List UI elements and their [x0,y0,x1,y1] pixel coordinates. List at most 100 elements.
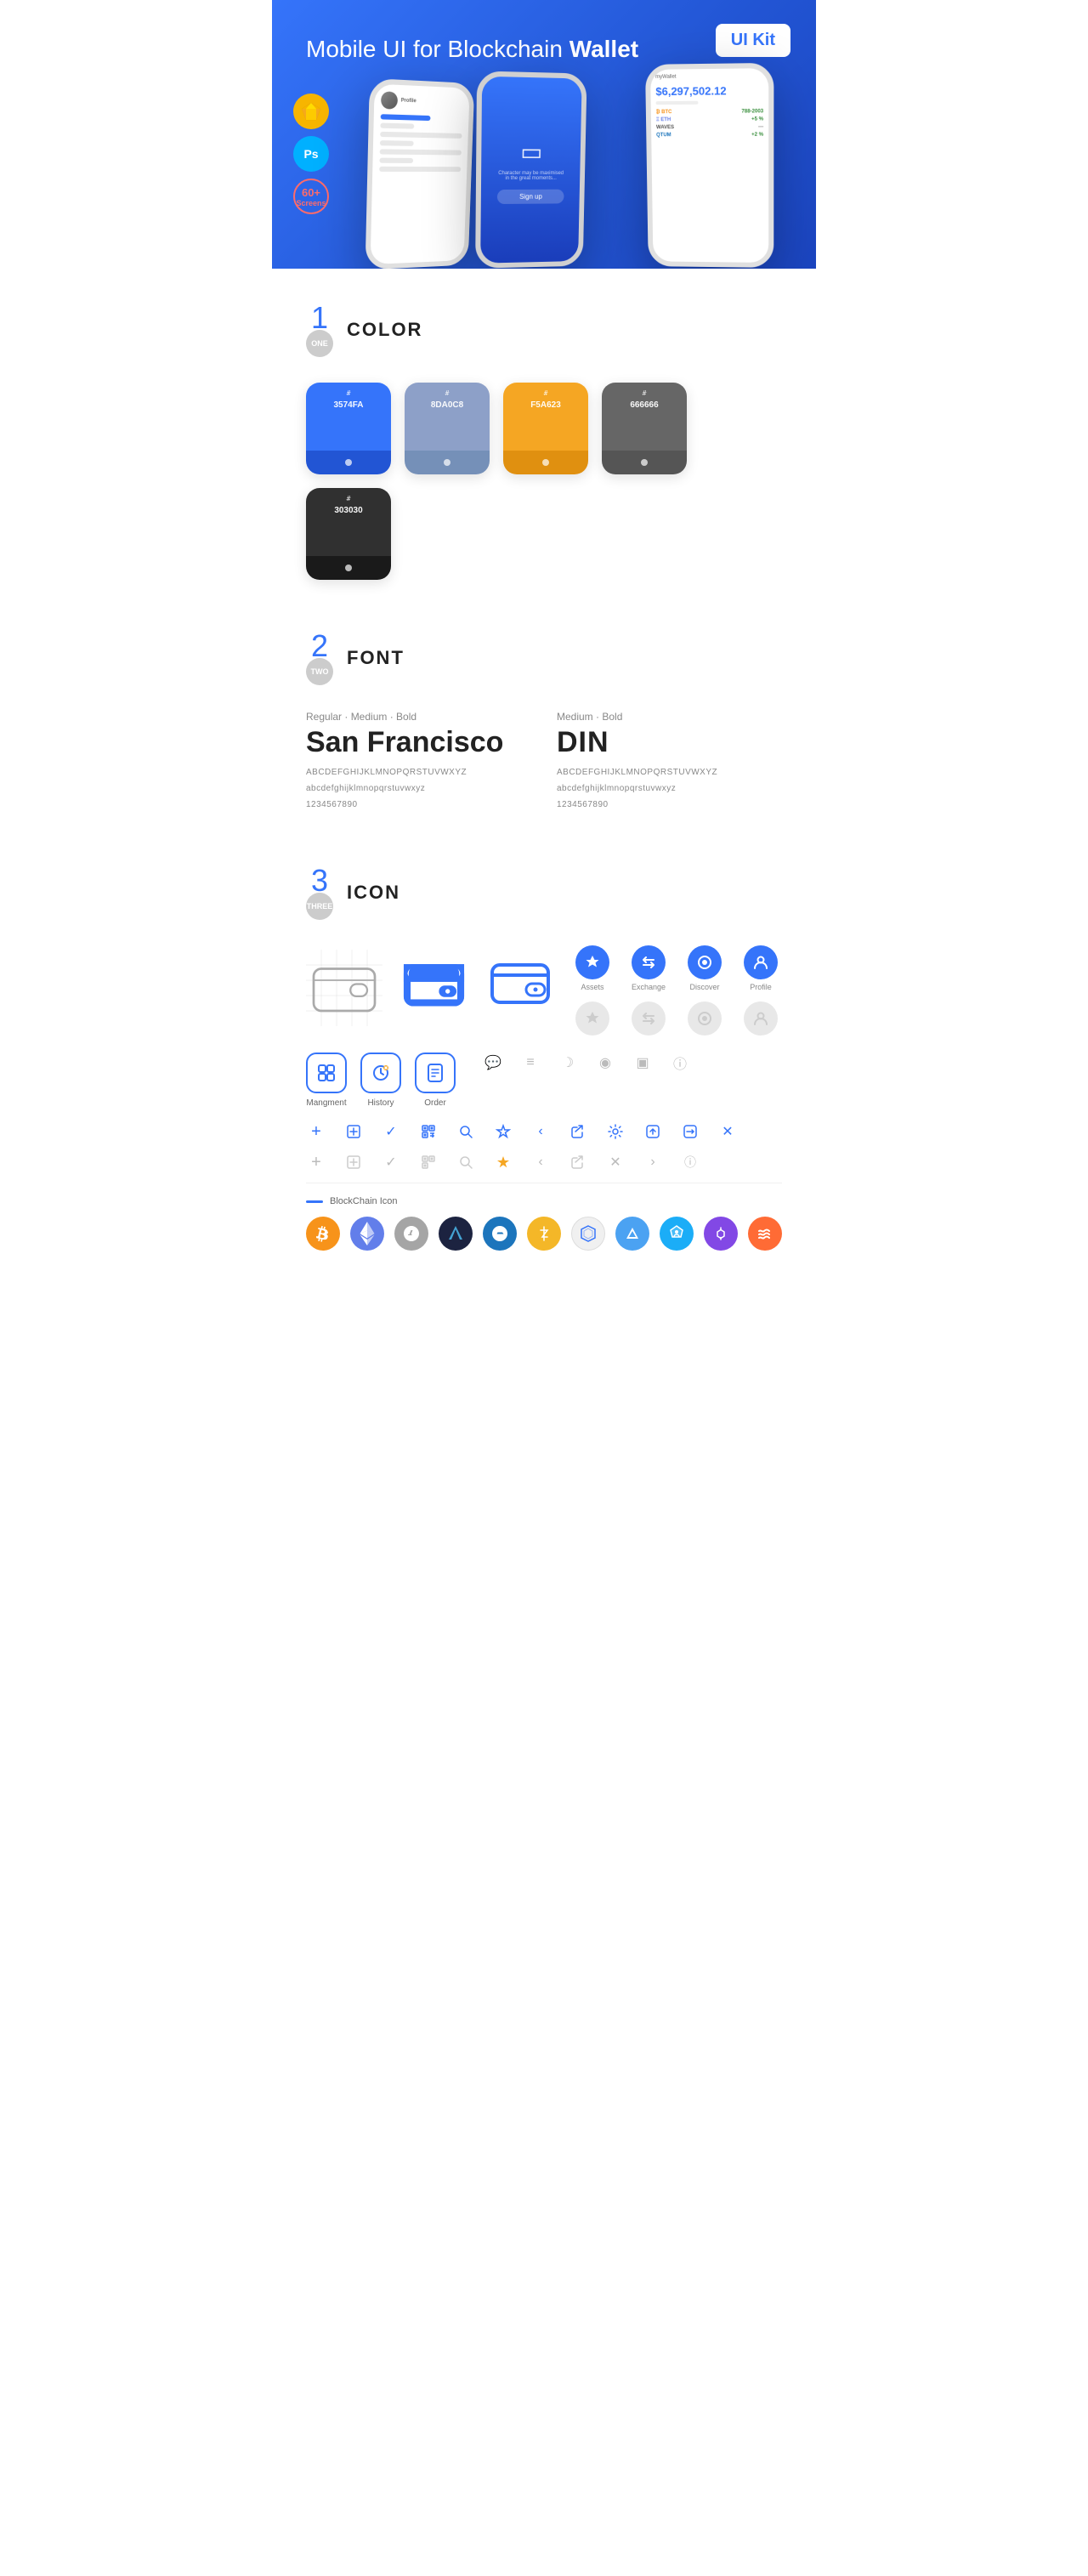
layers-icon: ≡ [520,1053,541,1073]
font2-block: Medium · Bold DIN ABCDEFGHIJKLMNOPQRSTUV… [557,711,782,814]
search-icon-gray [456,1152,476,1172]
moon-icon: ☽ [558,1053,578,1073]
section1-num-circle: ONE [306,330,333,357]
plus-icon-gray: + [306,1152,326,1172]
exchange-label: Exchange [632,983,666,991]
management-icon [306,1053,347,1093]
medium-icons-section: Mangment History [306,1053,782,1108]
history-label: History [367,1098,394,1108]
check-icon-gray: ✓ [381,1152,401,1172]
font1-label: Regular · Medium · Bold [306,711,531,723]
font2-digits: 1234567890 [557,798,782,812]
management-label: Mangment [306,1098,346,1108]
check2-icon-gray: ✕ [605,1152,626,1172]
order-label: Order [424,1098,446,1108]
hero-phones: Profile ▭ Character may be maximised in … [306,73,782,269]
info-icon: ⓘ [670,1053,690,1073]
settings-icon [605,1121,626,1142]
nav-icon-exchange-gray [627,1001,670,1036]
back-icon-gray: ‹ [530,1152,551,1172]
edit-icon [343,1121,364,1142]
hero-title-text: Mobile UI for Blockchain [306,36,570,62]
plus-icon: + [306,1121,326,1142]
icon-order: Order [415,1053,456,1108]
section2-num-circle: TWO [306,658,333,685]
star-icon [493,1121,513,1142]
qr-icon [418,1121,439,1142]
section1-header: 1 ONE COLOR [306,303,782,357]
message-icon: ▣ [632,1053,653,1073]
nav-icon-assets: Assets [571,945,614,991]
wallet-wireframe-icon [306,945,382,1030]
phone-screen-right: myWallet $6,297,502.12 ₿ BTC 788-2003 Ξ … [650,69,768,264]
section2-title: FONT [347,647,405,669]
section3-number: 3 THREE [306,865,333,920]
hero-title-bold: Wallet [570,36,638,62]
font2-lower: abcdefghijklmnopqrstuvwxyz [557,782,782,796]
share-icon [568,1121,588,1142]
upload-icon [643,1121,663,1142]
section2-header: 2 TWO FONT [306,631,782,685]
nav-icon-discover-gray [683,1001,726,1036]
blockchain-label-row: BlockChain Icon [306,1196,782,1206]
utility-icons-row2-gray: + ✓ ‹ ✕ › ⓘ [306,1152,782,1172]
color-swatch-gray: # 666666 [602,383,687,474]
section1-number: 1 ONE [306,303,333,357]
star-filled-icon [493,1152,513,1172]
bitcoin-icon [306,1217,340,1251]
section2-num-big: 2 [311,631,328,661]
grid-coin-icon [571,1217,605,1251]
nav-icon-discover: Discover [683,945,726,991]
color-swatch-slate: # 8DA0C8 [405,383,490,474]
phone-screen-center: ▭ Character may be maximised in the grea… [480,77,582,264]
section1-num-big: 1 [311,303,328,333]
hero-section: Mobile UI for Blockchain Wallet UI Kit P… [272,0,816,269]
icon-history: History [360,1053,401,1108]
font-grid: Regular · Medium · Bold San Francisco AB… [306,711,782,814]
assets-label: Assets [581,983,604,991]
discover-label: Discover [689,983,719,991]
exchange-icon-circle [632,945,666,979]
section3-title: ICON [347,882,400,904]
info-icon-gray: ⓘ [680,1152,700,1172]
small-icons-row1: 💬 ≡ ☽ ◉ ▣ ⓘ [483,1053,690,1073]
section3-num-big: 3 [311,865,328,896]
font1-upper: ABCDEFGHIJKLMNOPQRSTUVWXYZ [306,766,531,780]
section3-header: 3 THREE ICON [306,865,782,920]
qr-icon-gray [418,1152,439,1172]
nav-icon-assets-gray [571,1001,614,1036]
aragon-icon [660,1217,694,1251]
assets-icon-circle-gray [575,1001,609,1036]
nav-icon-profile-gray [740,1001,782,1036]
circle-icon: ◉ [595,1053,615,1073]
steem-icon [615,1217,649,1251]
exchange-icon-circle-gray [632,1001,666,1036]
search-icon [456,1121,476,1142]
assets-icon-circle [575,945,609,979]
blockchain-label-text: BlockChain Icon [330,1196,398,1206]
dash-icon [483,1217,517,1251]
font1-lower: abcdefghijklmnopqrstuvwxyz [306,782,531,796]
icon-section: 3 THREE ICON [306,831,782,1293]
wallet-icon-display [485,945,554,1022]
crypto-icons-row [306,1217,782,1251]
nav-icon-exchange: Exchange [627,945,670,991]
color-section: 1 ONE COLOR # 3574FA # 8DA0C8 [306,269,782,597]
discover-icon-circle [688,945,722,979]
color-swatches: # 3574FA # 8DA0C8 # F5A623 [306,383,782,580]
ethereum-icon [350,1217,384,1251]
swap-icon [680,1121,700,1142]
main-content: 1 ONE COLOR # 3574FA # 8DA0C8 [272,269,816,1293]
icon-management: Mangment [306,1053,347,1108]
profile-icon-circle [744,945,778,979]
sxp-icon [748,1217,782,1251]
matic-icon [704,1217,738,1251]
ui-kit-badge: UI Kit [716,24,790,57]
color-swatch-dark: # 303030 [306,488,391,580]
color-swatch-blue: # 3574FA [306,383,391,474]
discover-icon-circle-gray [688,1001,722,1036]
phone-right: myWallet $6,297,502.12 ₿ BTC 788-2003 Ξ … [645,63,774,268]
small-icons-group: 💬 ≡ ☽ ◉ ▣ ⓘ [483,1053,690,1083]
section2-number: 2 TWO [306,631,333,685]
phone-screen-left: Profile [371,84,470,265]
